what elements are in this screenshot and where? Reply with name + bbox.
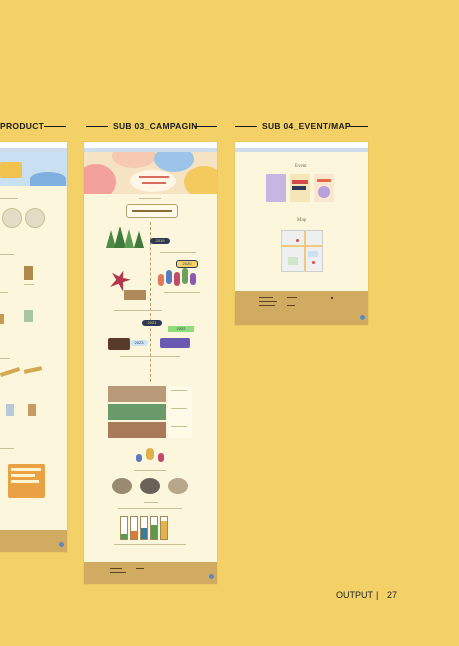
burst-illustration (107, 267, 133, 293)
scroll-top-icon (209, 574, 214, 579)
circle-photo (140, 478, 160, 494)
product-illustration (160, 338, 190, 348)
divider-line (346, 126, 368, 127)
year-tag: 2021 (142, 320, 162, 326)
section-label-product: PRODUCT (0, 121, 45, 131)
section-label-event-map: SUB 04_EVENT/MAP (262, 121, 351, 131)
truck-illustration (108, 338, 130, 350)
divider-line (86, 126, 108, 127)
year-tag: 2020 (176, 260, 198, 268)
product-item (23, 366, 43, 374)
year-tag: 2023 (130, 340, 148, 346)
folio-separator: | (376, 590, 379, 600)
event-map-page-mockup: Event Map (235, 142, 368, 325)
divider-line (44, 126, 66, 127)
year-tag: 2019 (150, 238, 170, 244)
event-poster (266, 174, 286, 202)
product-item (24, 310, 33, 322)
product-thumb (25, 208, 45, 228)
hero-banner (0, 152, 67, 186)
page-number: 27 (387, 590, 398, 600)
people-illustration (136, 448, 166, 464)
event-poster (314, 174, 334, 202)
page-footer (235, 291, 368, 325)
circle-photo (112, 478, 132, 494)
intro-box (126, 204, 178, 218)
campaign-page-mockup: 2019 2020 2021 2022 2023 (84, 142, 217, 584)
section-label-campaign: SUB 03_CAMPAGIN (113, 121, 198, 131)
product-thumb (2, 208, 22, 228)
product-item (6, 404, 14, 416)
product-page-mockup (0, 142, 67, 552)
page-footer (0, 530, 67, 552)
event-heading: Event (295, 164, 307, 169)
boxes-illustration (124, 290, 146, 300)
event-poster (290, 174, 310, 202)
campaign-hero (84, 152, 217, 194)
product-item (28, 404, 36, 416)
timeline-line (150, 222, 152, 382)
scroll-top-icon (360, 315, 365, 320)
year-tag: 2022 (168, 326, 194, 332)
nav-strip (235, 148, 368, 152)
product-item (24, 266, 33, 280)
crowd-illustration (158, 268, 202, 288)
stats-chart (118, 514, 170, 540)
photo-collage (108, 386, 192, 438)
product-banner (8, 464, 45, 498)
product-item (0, 367, 21, 377)
scroll-top-icon (59, 542, 64, 547)
product-item (0, 314, 4, 324)
circle-photo (168, 478, 188, 494)
tree-illustration (106, 226, 150, 248)
page-footer (84, 562, 217, 584)
map-heading: Map (297, 218, 307, 223)
section-folio: OUTPUT (336, 590, 373, 600)
divider-line (235, 126, 257, 127)
map-view (281, 230, 323, 272)
divider-line (195, 126, 217, 127)
